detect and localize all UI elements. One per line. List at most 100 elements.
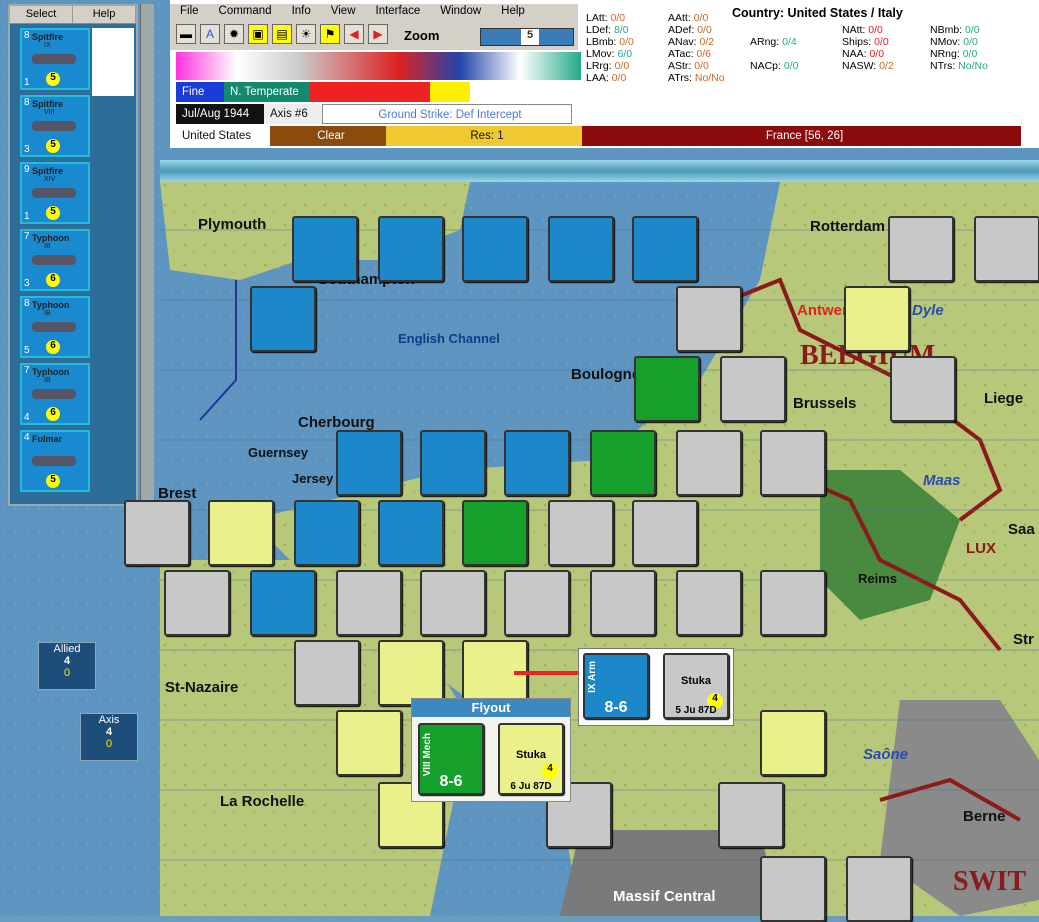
- menu-command[interactable]: Command: [209, 4, 282, 20]
- map-counter[interactable]: [294, 640, 360, 706]
- label-str: Str: [1013, 631, 1034, 648]
- map-counter[interactable]: [676, 570, 742, 636]
- stuka-flyout-counter[interactable]: Stuka 4 6 Ju 87D: [498, 723, 564, 795]
- map-counter[interactable]: [250, 570, 316, 636]
- map-counter[interactable]: [420, 430, 486, 496]
- stat-a-1: ADef: 0/0: [668, 24, 712, 36]
- map-counter[interactable]: [760, 430, 826, 496]
- map-counter[interactable]: [590, 430, 656, 496]
- label-saa: Saa: [1008, 521, 1035, 538]
- map-counter[interactable]: [336, 710, 402, 776]
- panel-card[interactable]: 9 Spitfire XIV 1 5: [20, 162, 90, 224]
- menu-help[interactable]: Help: [491, 4, 535, 20]
- map-counter[interactable]: [632, 500, 698, 566]
- label-plymouth: Plymouth: [198, 216, 267, 233]
- map-counter[interactable]: [420, 570, 486, 636]
- flyout-window[interactable]: Flyout VIII Mech 8-6 Stuka 4 6 Ju 87D: [411, 698, 571, 802]
- map-counter[interactable]: [760, 710, 826, 776]
- panel-card[interactable]: 7 Typhoon IB 4 6: [20, 363, 90, 425]
- menu-file[interactable]: File: [170, 4, 209, 20]
- map-counter[interactable]: [294, 500, 360, 566]
- unit-stats: Country: United States / Italy LAtt: 0/0…: [582, 4, 1022, 102]
- group-icon[interactable]: ▤: [272, 24, 292, 44]
- map-counter[interactable]: [632, 216, 698, 282]
- map-counter[interactable]: [378, 640, 444, 706]
- aircraft-icon: [32, 255, 76, 265]
- map-counter[interactable]: [590, 570, 656, 636]
- aircraft-icon: [32, 322, 76, 332]
- menu-view[interactable]: View: [321, 4, 366, 20]
- map-counter[interactable]: [718, 782, 784, 848]
- label-cherbourg: Cherbourg: [298, 414, 375, 431]
- menu-window[interactable]: Window: [430, 4, 491, 20]
- stuka-flyout-value: 4: [542, 763, 558, 779]
- map-counter[interactable]: [548, 216, 614, 282]
- map-counter[interactable]: [676, 430, 742, 496]
- panel-card[interactable]: 7 Typhoon IB 3 6: [20, 229, 90, 291]
- panel-card[interactable]: 8 Spitfire VIII 3 5: [20, 95, 90, 157]
- map-counter[interactable]: [720, 356, 786, 422]
- map-counter[interactable]: [760, 570, 826, 636]
- map-counter[interactable]: [890, 356, 956, 422]
- flag-icon[interactable]: ⚑: [320, 24, 340, 44]
- select-icon[interactable]: ▣: [248, 24, 268, 44]
- status-res: Res: 1: [386, 126, 582, 146]
- axis-num: 4: [105, 726, 113, 738]
- zoom-slider[interactable]: 5: [480, 28, 574, 46]
- map-counter[interactable]: [208, 500, 274, 566]
- map-counter[interactable]: [378, 500, 444, 566]
- left-arrow-icon[interactable]: ◀: [344, 24, 364, 44]
- map-counter[interactable]: [846, 856, 912, 922]
- map-counter[interactable]: [124, 500, 190, 566]
- menu-info[interactable]: Info: [282, 4, 321, 20]
- zoom-label: Zoom: [404, 28, 440, 43]
- stat-l-1: LDef: 8/0: [586, 24, 629, 36]
- status-terrain: Clear: [270, 126, 386, 146]
- stat-n2-0: NBmb: 0/0: [930, 24, 980, 36]
- map-counter[interactable]: [336, 430, 402, 496]
- map-counter[interactable]: [634, 356, 700, 422]
- turn-axis: Axis #6: [264, 104, 322, 124]
- map-counter[interactable]: [164, 570, 230, 636]
- map-counter[interactable]: [504, 430, 570, 496]
- label-liege: Liege: [984, 390, 1024, 407]
- panel-card[interactable]: 4 Fulmar 5: [20, 430, 90, 492]
- gear-icon[interactable]: ✹: [224, 24, 244, 44]
- map-counter[interactable]: [462, 216, 528, 282]
- map-counter[interactable]: [844, 286, 910, 352]
- map-counter[interactable]: [676, 286, 742, 352]
- map-counter[interactable]: [888, 216, 954, 282]
- select-menu[interactable]: Select: [10, 6, 73, 23]
- aircraft-icon: [32, 456, 76, 466]
- stat-l-0: LAtt: 0/0: [586, 12, 626, 24]
- stuka-selected-counter[interactable]: Stuka 4 5 Ju 87D: [663, 653, 729, 719]
- nation-flags[interactable]: [176, 52, 581, 80]
- turn-date: Jul/Aug 1944: [176, 104, 264, 124]
- right-arrow-icon[interactable]: ▶: [368, 24, 388, 44]
- map-counter[interactable]: [974, 216, 1039, 282]
- map-counter[interactable]: [504, 570, 570, 636]
- map-counter[interactable]: [462, 500, 528, 566]
- label-guernsey: Guernsey: [248, 445, 308, 460]
- map-counter[interactable]: [292, 216, 358, 282]
- map-counter[interactable]: [760, 856, 826, 922]
- stat-n-1: Ships: 0/0: [842, 36, 889, 48]
- selected-stack[interactable]: 8-6 IX Arm Stuka 4 5 Ju 87D: [578, 648, 734, 726]
- panel-card[interactable]: 8 Typhoon IB 5 6: [20, 296, 90, 358]
- help-menu[interactable]: Help: [73, 6, 136, 23]
- map-counter[interactable]: [378, 216, 444, 282]
- stat-a-3: ATac: 0/6: [668, 48, 712, 60]
- menu-interface[interactable]: Interface: [366, 4, 431, 20]
- scrollbar[interactable]: [140, 4, 154, 506]
- map-counter[interactable]: [548, 500, 614, 566]
- panel-card[interactable]: 8 Spitfire IX 1 5: [20, 28, 90, 90]
- ix-arm-counter[interactable]: 8-6 IX Arm: [583, 653, 649, 719]
- a-icon[interactable]: A: [200, 24, 220, 44]
- label-swit: SWIT: [953, 866, 1027, 897]
- map-counter[interactable]: [250, 286, 316, 352]
- tank-icon[interactable]: ▬: [176, 24, 196, 44]
- sun-icon[interactable]: ☀: [296, 24, 316, 44]
- map-counter[interactable]: [336, 570, 402, 636]
- viii-mech-counter[interactable]: VIII Mech 8-6: [418, 723, 484, 795]
- axis-sub: 0: [105, 738, 113, 750]
